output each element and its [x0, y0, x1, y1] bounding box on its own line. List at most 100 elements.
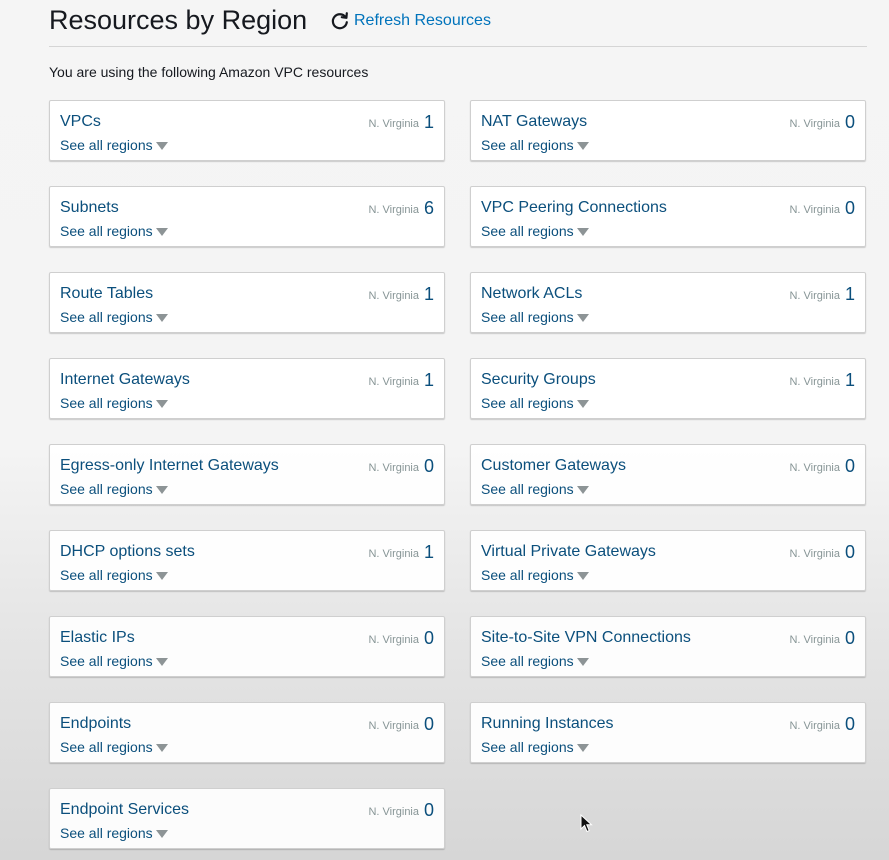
caret-down-icon[interactable]	[576, 744, 589, 752]
see-all-regions-toggle[interactable]: See all regions	[60, 481, 168, 498]
caret-down-icon[interactable]	[155, 572, 168, 580]
resource-name-link[interactable]: Egress-only Internet Gateways	[60, 456, 279, 476]
see-all-regions-toggle[interactable]: See all regions	[60, 825, 168, 842]
resource-card-nat-gateways: NAT Gateways N. Virginia 0 See all regions	[470, 100, 866, 161]
caret-down-icon[interactable]	[155, 400, 168, 408]
caret-down-icon[interactable]	[155, 228, 168, 236]
resource-card-network-acls: Network ACLs N. Virginia 1 See all regions	[470, 272, 866, 333]
resource-name-link[interactable]: Security Groups	[481, 370, 596, 390]
resource-name-link[interactable]: Subnets	[60, 198, 119, 218]
see-all-regions-toggle[interactable]: See all regions	[60, 567, 168, 584]
region-label: N. Virginia	[789, 118, 840, 130]
see-all-regions-toggle[interactable]: See all regions	[60, 395, 168, 412]
region-label: N. Virginia	[789, 462, 840, 474]
see-all-regions-label[interactable]: See all regions	[60, 223, 153, 240]
see-all-regions-toggle[interactable]: See all regions	[481, 739, 589, 756]
resource-name-link[interactable]: DHCP options sets	[60, 542, 195, 562]
caret-down-icon[interactable]	[155, 486, 168, 494]
caret-down-icon[interactable]	[155, 314, 168, 322]
see-all-regions-toggle[interactable]: See all regions	[60, 309, 168, 326]
resource-count-link[interactable]: 0	[845, 627, 855, 649]
resource-count-link[interactable]: 0	[845, 541, 855, 563]
caret-down-icon[interactable]	[155, 658, 168, 666]
resource-name-link[interactable]: Internet Gateways	[60, 370, 190, 390]
see-all-regions-toggle[interactable]: See all regions	[481, 309, 589, 326]
caret-down-icon[interactable]	[576, 658, 589, 666]
resource-count-link[interactable]: 0	[424, 713, 434, 735]
see-all-regions-toggle[interactable]: See all regions	[60, 739, 168, 756]
see-all-regions-label[interactable]: See all regions	[60, 567, 153, 584]
resource-count-link[interactable]: 0	[845, 713, 855, 735]
resource-name-link[interactable]: NAT Gateways	[481, 112, 587, 132]
see-all-regions-label[interactable]: See all regions	[60, 137, 153, 154]
caret-down-icon[interactable]	[155, 744, 168, 752]
see-all-regions-label[interactable]: See all regions	[60, 309, 153, 326]
resource-count-link[interactable]: 1	[424, 111, 434, 133]
resource-count-link[interactable]: 1	[845, 369, 855, 391]
see-all-regions-toggle[interactable]: See all regions	[481, 395, 589, 412]
see-all-regions-toggle[interactable]: See all regions	[60, 653, 168, 670]
see-all-regions-label[interactable]: See all regions	[60, 653, 153, 670]
resource-count-link[interactable]: 0	[424, 799, 434, 821]
resource-count-link[interactable]: 1	[424, 369, 434, 391]
resource-count-link[interactable]: 6	[424, 197, 434, 219]
resource-count-link[interactable]: 0	[845, 197, 855, 219]
see-all-regions-label[interactable]: See all regions	[481, 481, 574, 498]
caret-down-icon[interactable]	[155, 142, 168, 150]
resource-card-subnets: Subnets N. Virginia 6 See all regions	[49, 186, 445, 247]
resource-card-customer-gateways: Customer Gateways N. Virginia 0 See all reg…	[470, 444, 866, 505]
caret-down-icon[interactable]	[576, 572, 589, 580]
caret-down-icon[interactable]	[576, 228, 589, 236]
refresh-icon[interactable]	[330, 11, 350, 31]
see-all-regions-toggle[interactable]: See all regions	[481, 481, 589, 498]
see-all-regions-label[interactable]: See all regions	[481, 223, 574, 240]
caret-down-icon[interactable]	[576, 400, 589, 408]
caret-down-icon[interactable]	[576, 486, 589, 494]
resource-count-link[interactable]: 1	[424, 283, 434, 305]
region-label: N. Virginia	[368, 634, 419, 646]
resource-name-link[interactable]: Site-to-Site VPN Connections	[481, 628, 691, 648]
see-all-regions-label[interactable]: See all regions	[481, 395, 574, 412]
resource-card-endpoint-services: Endpoint Services N. Virginia 0 See all reg…	[49, 788, 445, 849]
resource-count-link[interactable]: 0	[845, 455, 855, 477]
see-all-regions-toggle[interactable]: See all regions	[60, 223, 168, 240]
resource-count-link[interactable]: 1	[424, 541, 434, 563]
resource-name-link[interactable]: Network ACLs	[481, 284, 582, 304]
resource-name-link[interactable]: Elastic IPs	[60, 628, 135, 648]
refresh-resources-button[interactable]: Refresh Resources	[330, 11, 491, 31]
resource-name-link[interactable]: Route Tables	[60, 284, 153, 304]
refresh-resources-label[interactable]: Refresh Resources	[354, 11, 491, 31]
resource-name-link[interactable]: Virtual Private Gateways	[481, 542, 656, 562]
see-all-regions-label[interactable]: See all regions	[481, 739, 574, 756]
see-all-regions-toggle[interactable]: See all regions	[481, 223, 589, 240]
resource-name-link[interactable]: Customer Gateways	[481, 456, 626, 476]
see-all-regions-label[interactable]: See all regions	[60, 825, 153, 842]
resource-count-link[interactable]: 0	[424, 627, 434, 649]
see-all-regions-toggle[interactable]: See all regions	[481, 653, 589, 670]
region-label: N. Virginia	[368, 462, 419, 474]
see-all-regions-toggle[interactable]: See all regions	[481, 137, 589, 154]
see-all-regions-toggle[interactable]: See all regions	[60, 137, 168, 154]
see-all-regions-label[interactable]: See all regions	[60, 481, 153, 498]
see-all-regions-toggle[interactable]: See all regions	[481, 567, 589, 584]
see-all-regions-label[interactable]: See all regions	[481, 137, 574, 154]
resource-name-link[interactable]: VPCs	[60, 112, 101, 132]
resource-name-link[interactable]: Endpoints	[60, 714, 131, 734]
resource-count-link[interactable]: 0	[424, 455, 434, 477]
caret-down-icon[interactable]	[576, 142, 589, 150]
caret-down-icon[interactable]	[576, 314, 589, 322]
resource-card-vpc-peering-connections: VPC Peering Connections N. Virginia 0 See a…	[470, 186, 866, 247]
see-all-regions-label[interactable]: See all regions	[481, 309, 574, 326]
see-all-regions-label[interactable]: See all regions	[481, 653, 574, 670]
see-all-regions-label[interactable]: See all regions	[60, 739, 153, 756]
intro-text: You are using the following Amazon VPC r…	[49, 64, 369, 80]
caret-down-icon[interactable]	[155, 830, 168, 838]
resource-name-link[interactable]: Running Instances	[481, 714, 614, 734]
see-all-regions-label[interactable]: See all regions	[481, 567, 574, 584]
see-all-regions-label[interactable]: See all regions	[60, 395, 153, 412]
resource-name-link[interactable]: VPC Peering Connections	[481, 198, 667, 218]
resource-count-link[interactable]: 1	[845, 283, 855, 305]
resource-name-link[interactable]: Endpoint Services	[60, 800, 189, 820]
resource-count-link[interactable]: 0	[845, 111, 855, 133]
region-label: N. Virginia	[368, 290, 419, 302]
